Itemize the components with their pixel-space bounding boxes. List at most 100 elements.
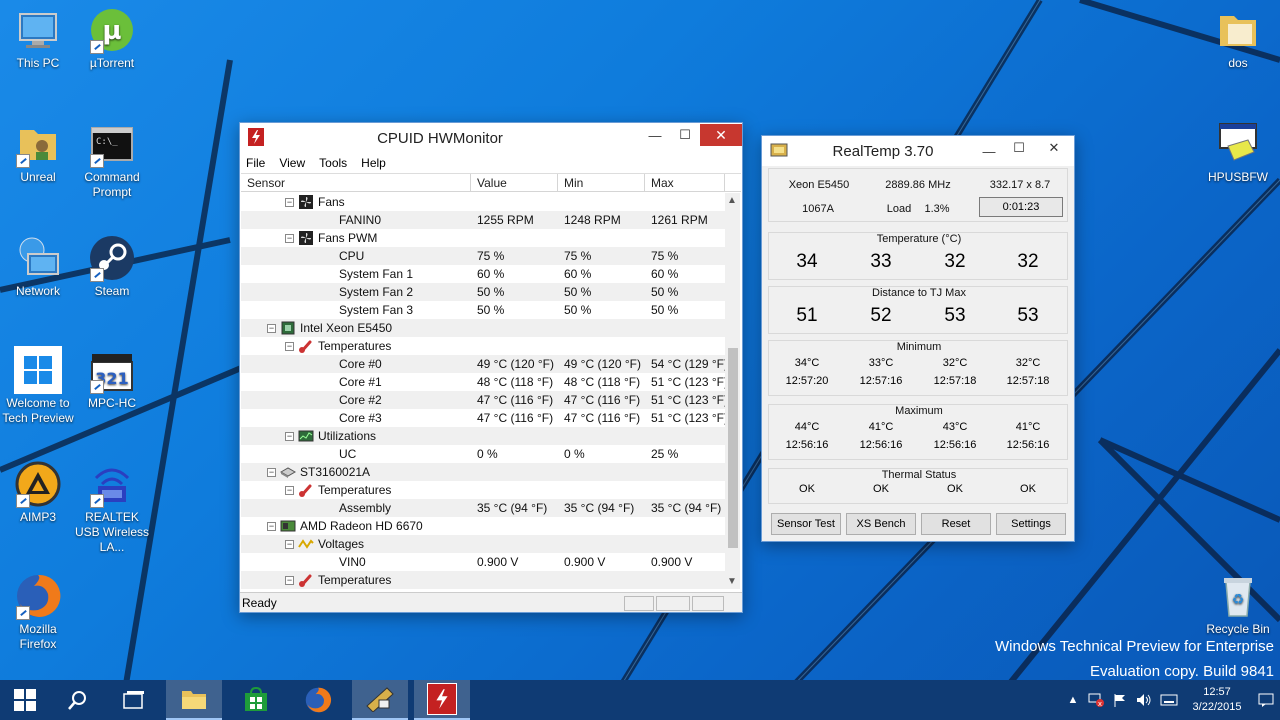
task-view-button[interactable] <box>106 680 162 720</box>
sensor-group-row[interactable]: − Fans <box>241 193 725 211</box>
sensor-test-button[interactable]: Sensor Test <box>771 513 841 535</box>
collapse-toggle-icon[interactable]: − <box>267 467 276 477</box>
realtemp-titlebar[interactable]: RealTemp 3.70 — ☐ ✕ <box>762 136 1074 166</box>
collapse-toggle-icon[interactable]: − <box>285 575 294 585</box>
thermal-status-group: Thermal Status OK OK OK OK <box>768 468 1068 504</box>
sensor-label: Voltages <box>318 537 365 551</box>
scroll-down-arrow-icon[interactable]: ▼ <box>727 576 737 587</box>
hwmonitor-window[interactable]: CPUID HWMonitor — ☐ ✕ File View Tools He… <box>239 122 743 613</box>
sensor-row[interactable]: Core #1 48 °C (118 °F) 48 °C (118 °F) 51 °C… <box>241 373 725 391</box>
collapse-toggle-icon[interactable]: − <box>285 341 294 351</box>
desktop-icon-welcome[interactable]: Welcome to Tech Preview <box>0 346 76 426</box>
desktop-icon-hpusbfw[interactable]: HPUSBFW <box>1200 120 1276 185</box>
status-pane <box>624 596 654 611</box>
sensor-name-cell: − ST3160021A <box>241 465 471 479</box>
column-header-value[interactable]: Value <box>471 174 558 191</box>
scroll-up-arrow-icon[interactable]: ▲ <box>727 195 737 206</box>
sensor-group-row[interactable]: − ST3160021A <box>241 463 725 481</box>
collapse-toggle-icon[interactable]: − <box>285 539 294 549</box>
sensor-min-cell: 49 °C (120 °F) <box>564 357 641 371</box>
collapse-toggle-icon[interactable]: − <box>285 197 294 207</box>
tray-keyboard-icon[interactable] <box>1156 694 1182 706</box>
sensor-group-row[interactable]: − Fans PWM <box>241 229 725 247</box>
menu-tools[interactable]: Tools <box>319 156 347 170</box>
search-button[interactable] <box>50 680 106 720</box>
sensor-row[interactable]: Core #0 49 °C (120 °F) 49 °C (120 °F) 54 °C… <box>241 355 725 373</box>
maximize-button[interactable]: ☐ <box>670 124 700 146</box>
menu-view[interactable]: View <box>279 156 305 170</box>
desktop-icon-mpc-hc[interactable]: 321 MPC-HC <box>74 346 150 411</box>
taskbar-hwmonitor[interactable] <box>414 680 470 720</box>
tray-overflow-chevron-icon[interactable]: ▲ <box>1062 694 1084 706</box>
desktop-icon-firefox[interactable]: Mozilla Firefox <box>0 572 76 652</box>
sensor-row[interactable]: CPU 75 % 75 % 75 % <box>241 247 725 265</box>
taskbar-file-explorer[interactable] <box>166 680 222 720</box>
reset-button[interactable]: Reset <box>921 513 991 535</box>
sensor-group-row[interactable]: − Voltages <box>241 535 725 553</box>
tray-network-error-icon[interactable]: x <box>1084 693 1108 707</box>
desktop-icon-aimp3[interactable]: AIMP3 <box>0 460 76 525</box>
sensor-row[interactable]: Core #2 47 °C (116 °F) 47 °C (116 °F) 51 °C… <box>241 391 725 409</box>
sensor-row[interactable]: Core #3 47 °C (116 °F) 47 °C (116 °F) 51 °C… <box>241 409 725 427</box>
desktop-icon-this-pc[interactable]: This PC <box>0 6 76 71</box>
sensor-row[interactable]: Assembly 35 °C (94 °F) 35 °C (94 °F) 35 °C … <box>241 499 725 517</box>
sensor-group-row[interactable]: − Utilizations <box>241 427 725 445</box>
hwmonitor-titlebar[interactable]: CPUID HWMonitor — ☐ ✕ <box>240 123 742 153</box>
taskbar-store[interactable] <box>228 680 284 720</box>
desktop-icon-dos[interactable]: dos <box>1200 6 1276 71</box>
collapse-toggle-icon[interactable]: − <box>285 431 294 441</box>
sensor-group-row[interactable]: − AMD Radeon HD 6670 <box>241 517 725 535</box>
menu-file[interactable]: File <box>246 156 265 170</box>
desktop-icon-label: µTorrent <box>89 56 135 70</box>
menu-help[interactable]: Help <box>361 156 386 170</box>
cpu-info-group: Xeon E5450 2889.86 MHz 332.17 x 8.7 1067… <box>768 168 1068 222</box>
tray-flag-icon[interactable] <box>1108 693 1132 707</box>
close-button[interactable]: ✕ <box>1034 137 1074 159</box>
terminal-icon: C:\_ <box>88 120 136 168</box>
taskbar-firefox[interactable] <box>290 680 346 720</box>
desktop-icon-recycle-bin[interactable]: ♻ Recycle Bin <box>1200 572 1276 637</box>
desktop-icon-realtek-usb[interactable]: REALTEK USB Wireless LA... <box>74 460 150 555</box>
tray-notification-icon[interactable] <box>1252 693 1280 707</box>
maximize-button[interactable]: ☐ <box>1004 137 1034 159</box>
minimum-time: 12:57:20 <box>785 375 829 387</box>
sensor-label: UC <box>339 447 357 461</box>
sensor-row[interactable]: System Fan 3 50 % 50 % 50 % <box>241 301 725 319</box>
sensor-group-row[interactable]: − Temperatures <box>241 481 725 499</box>
sensor-group-row[interactable]: − Temperatures <box>241 571 725 589</box>
xs-bench-button[interactable]: XS Bench <box>846 513 916 535</box>
sensor-group-row[interactable]: − Temperatures <box>241 337 725 355</box>
timer-display[interactable]: 0:01:23 <box>979 197 1063 217</box>
start-button[interactable] <box>0 680 50 720</box>
taskbar-realtemp[interactable] <box>352 680 408 720</box>
desktop-icon-command-prompt[interactable]: C:\_ Command Prompt <box>74 120 150 200</box>
collapse-toggle-icon[interactable]: − <box>285 485 294 495</box>
sensor-min-cell: 1248 RPM <box>564 213 621 227</box>
column-header-min[interactable]: Min <box>558 174 645 191</box>
minimize-button[interactable]: — <box>640 124 670 146</box>
settings-button[interactable]: Settings <box>996 513 1066 535</box>
taskbar-clock[interactable]: 12:57 3/22/2015 <box>1182 685 1252 715</box>
sensor-row[interactable]: System Fan 2 50 % 50 % 50 % <box>241 283 725 301</box>
column-header-sensor[interactable]: Sensor <box>241 174 471 191</box>
sensor-row[interactable]: UC 0 % 0 % 25 % <box>241 445 725 463</box>
column-header-max[interactable]: Max <box>645 174 725 191</box>
close-button[interactable]: ✕ <box>700 124 742 146</box>
realtemp-window[interactable]: RealTemp 3.70 — ☐ ✕ Xeon E5450 2889.86 M… <box>761 135 1075 542</box>
scrollbar-thumb[interactable] <box>728 348 738 548</box>
tray-volume-icon[interactable] <box>1132 693 1156 707</box>
thermometer-icon <box>298 339 318 353</box>
desktop-icon-utorrent[interactable]: µ µTorrent <box>74 6 150 71</box>
desktop-icon-steam[interactable]: Steam <box>74 234 150 299</box>
desktop-icon-network[interactable]: Network <box>0 234 76 299</box>
collapse-toggle-icon[interactable]: − <box>267 521 276 531</box>
collapse-toggle-icon[interactable]: − <box>285 233 294 243</box>
sensor-group-row[interactable]: − Intel Xeon E5450 <box>241 319 725 337</box>
sensor-row[interactable]: System Fan 1 60 % 60 % 60 % <box>241 265 725 283</box>
sensor-row[interactable]: FANIN0 1255 RPM 1248 RPM 1261 RPM <box>241 211 725 229</box>
collapse-toggle-icon[interactable]: − <box>267 323 276 333</box>
desktop-icon-unreal[interactable]: Unreal <box>0 120 76 185</box>
vertical-scrollbar[interactable]: ▲ ▼ <box>725 193 740 589</box>
minimize-button[interactable]: — <box>974 140 1004 162</box>
sensor-row[interactable]: VIN0 0.900 V 0.900 V 0.900 V <box>241 553 725 571</box>
